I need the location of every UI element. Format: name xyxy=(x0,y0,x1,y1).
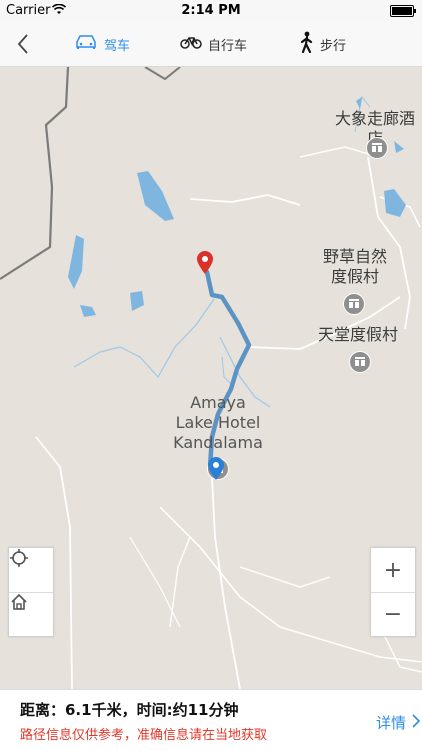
resort-poi-icon[interactable] xyxy=(349,351,371,373)
home-button[interactable] xyxy=(9,592,53,636)
map-canvas xyxy=(0,67,422,689)
mode-tab-driving-label: 驾车 xyxy=(104,38,131,54)
route-info-panel: 距离：6.1千米，时间:约11分钟 路径信息仅供参考，准确信息请在当地获取 详情 xyxy=(0,689,422,751)
back-button[interactable] xyxy=(10,30,38,58)
mode-tab-walking-label: 步行 xyxy=(320,38,347,54)
mode-tab-walking[interactable]: 步行 xyxy=(300,31,347,57)
battery-icon xyxy=(390,5,416,17)
crosshair-icon xyxy=(10,549,28,567)
map-view[interactable]: 大象走廊酒店 野草自然度假村 天堂度假村 Amaya Lake Hotel Ka… xyxy=(0,67,422,689)
route-disclaimer: 路径信息仅供参考，准确信息请在当地获取 xyxy=(20,728,268,743)
route-distance-time: 距离：6.1千米，时间:约11分钟 xyxy=(20,701,239,719)
status-bar: Carrier 2:14 PM xyxy=(0,0,422,22)
details-label: 详情 xyxy=(376,714,407,732)
navigation-bar: 驾车 自行车 步行 xyxy=(0,22,422,67)
details-button[interactable]: 详情 xyxy=(376,712,421,733)
home-icon xyxy=(11,593,27,610)
map-label-paradise-resort: 天堂度假村 xyxy=(318,325,399,344)
locate-me-button[interactable] xyxy=(9,548,53,593)
zoom-controls: + − xyxy=(370,547,416,637)
walking-person-icon xyxy=(300,31,314,57)
mode-tab-driving[interactable]: 驾车 xyxy=(74,32,130,56)
map-label-wild-grass-resort: 野草自然度假村 xyxy=(322,247,387,286)
map-control-group-left xyxy=(8,547,54,637)
chevron-right-icon xyxy=(411,714,421,732)
resort-poi-icon[interactable] xyxy=(343,293,365,315)
zoom-out-button[interactable]: − xyxy=(371,592,415,636)
bicycle-icon xyxy=(180,35,202,53)
chevron-left-icon xyxy=(17,34,28,54)
mode-tab-cycling-label: 自行车 xyxy=(208,38,248,54)
zoom-in-button[interactable]: + xyxy=(371,548,415,593)
mode-tab-cycling[interactable]: 自行车 xyxy=(180,32,247,56)
map-label-amaya-lake-hotel: Amaya Lake Hotel Kandalama xyxy=(173,393,263,452)
status-time: 2:14 PM xyxy=(181,3,241,18)
car-icon xyxy=(74,34,98,54)
hotel-poi-icon[interactable] xyxy=(366,137,388,159)
